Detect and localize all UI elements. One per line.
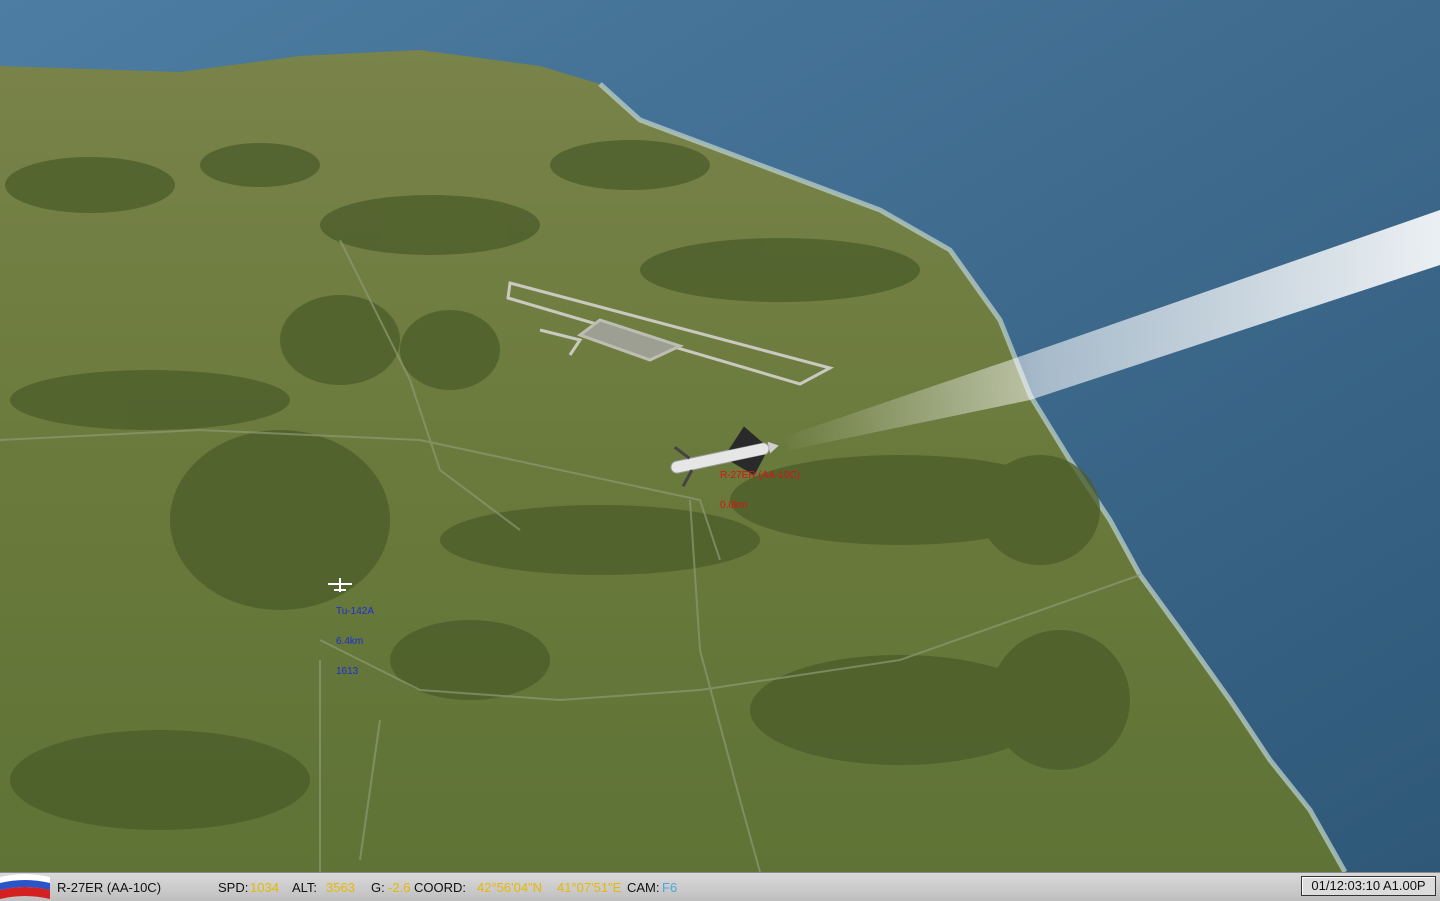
- latitude-value: 42°56'04"N: [477, 880, 543, 895]
- russian-flag-icon: [0, 874, 50, 899]
- aircraft-label: Tu-142A 6.4km 1613: [336, 587, 374, 697]
- speed-value: 1034: [250, 880, 279, 895]
- mission-clock: 01/12:03:10 A1.00P: [1301, 876, 1436, 896]
- longitude-value: 41°07'51"E: [557, 880, 622, 895]
- speed-label: SPD:: [218, 880, 249, 895]
- 3d-viewport[interactable]: R-27ER (AA-10C) 0.0km Tu-142A 6.4km 1613: [0, 0, 1440, 872]
- coord-label: COORD:: [414, 880, 466, 895]
- status-bar: R-27ER (AA-10C) SPD: 1034 ALT: 3563 G: -…: [0, 872, 1440, 901]
- missile-label: R-27ER (AA-10C) 0.0km: [720, 451, 800, 531]
- missile-label-name: R-27ER (AA-10C): [720, 470, 801, 481]
- camera-value: F6: [662, 880, 678, 895]
- missile-label-range: 0.0km: [720, 500, 748, 511]
- altitude-value: 3563: [326, 880, 355, 895]
- aircraft-label-alt: 1613: [336, 666, 359, 677]
- aircraft-label-name: Tu-142A: [336, 606, 374, 617]
- g-label: G:: [371, 880, 385, 895]
- terrain-scene: [0, 0, 1440, 872]
- object-name: R-27ER (AA-10C): [57, 880, 162, 895]
- camera-label: CAM:: [627, 880, 660, 895]
- g-value: -2.6: [388, 880, 411, 895]
- aircraft-label-range: 6.4km: [336, 636, 364, 647]
- altitude-label: ALT:: [292, 880, 318, 895]
